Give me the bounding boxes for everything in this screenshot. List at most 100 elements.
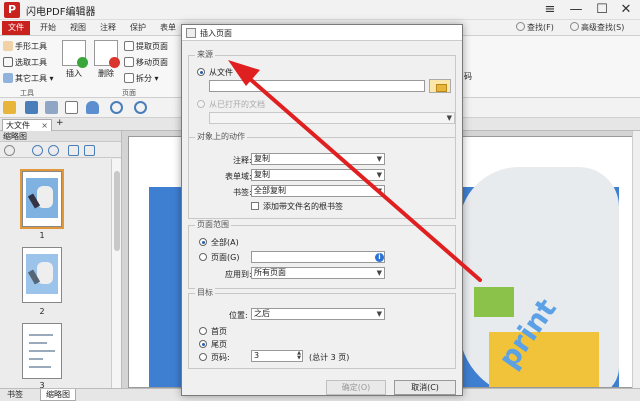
thumbnail-page[interactable] <box>20 169 64 229</box>
comments-label: 注释: <box>233 156 252 165</box>
thumbnail-panel-title: 缩略图 <box>0 131 121 142</box>
move-icon <box>124 57 134 67</box>
last-page-label: 尾页 <box>211 340 227 349</box>
undo-icon[interactable] <box>110 101 123 114</box>
thumbnail-page-number: 2 <box>39 307 45 316</box>
zoom-out-icon[interactable] <box>48 145 59 156</box>
tab-protect[interactable]: 保护 <box>130 21 146 35</box>
dialog-icon <box>186 28 196 38</box>
apply-to-label: 应用到: <box>225 270 252 279</box>
tools-group-label: 工具 <box>20 89 34 97</box>
from-file-radio[interactable] <box>197 68 205 76</box>
minimize-button[interactable]: — <box>566 1 586 19</box>
tab-home[interactable]: 开始 <box>40 21 56 35</box>
from-open-doc-label: 从已打开的文档 <box>209 100 265 109</box>
scrollbar-thumb[interactable] <box>114 171 120 251</box>
comments-select[interactable]: 复制 ▼ <box>251 153 385 165</box>
delete-page-icon <box>94 40 120 68</box>
thumbnail-page-number: 1 <box>39 231 45 240</box>
scan-icon[interactable] <box>86 101 99 114</box>
find-button[interactable]: 查找(F) <box>516 21 554 35</box>
document-scrollbar[interactable] <box>632 131 640 388</box>
chevron-down-icon: ▼ <box>376 155 382 163</box>
delete-button[interactable]: 删除 <box>92 40 120 79</box>
position-select[interactable]: 之后 ▼ <box>251 308 385 320</box>
search-icon <box>516 22 525 31</box>
other-tools-button[interactable]: 其它工具 ▾ <box>3 72 54 86</box>
tab-thumbnails[interactable]: 缩略图 <box>40 389 76 401</box>
tab-comment[interactable]: 注释 <box>100 21 116 35</box>
position-label: 位置: <box>229 311 248 320</box>
print-icon[interactable] <box>45 101 58 114</box>
page-range-label: 页面(G) <box>211 253 240 262</box>
tab-file[interactable]: 文件 <box>2 21 30 35</box>
close-tab-icon[interactable]: × <box>41 120 48 131</box>
open-doc-select[interactable]: ▼ <box>209 112 455 124</box>
from-open-doc-radio[interactable] <box>197 100 205 108</box>
insert-page-icon <box>62 40 88 68</box>
document-tab[interactable]: 大文件 × <box>2 119 52 131</box>
save-icon[interactable] <box>25 101 38 114</box>
split-button[interactable]: 拆分 ▾ <box>124 72 159 86</box>
info-icon[interactable]: i <box>375 253 384 262</box>
cancel-button[interactable]: 取消(C) <box>394 380 456 395</box>
add-root-bookmark-checkbox[interactable] <box>251 202 259 210</box>
file-path-field[interactable] <box>209 80 425 92</box>
thumbnail-page-number: 3 <box>39 381 45 388</box>
rotate-left-icon[interactable] <box>68 145 79 156</box>
pages-group-label: 页面 <box>122 89 136 97</box>
thumbnail-page[interactable] <box>22 247 62 303</box>
hand-tool-button[interactable]: 手形工具 <box>3 40 47 54</box>
all-pages-radio[interactable] <box>199 238 207 246</box>
redo-icon[interactable] <box>134 101 147 114</box>
all-pages-label: 全部(A) <box>211 238 239 247</box>
tab-form[interactable]: 表单 <box>160 21 176 35</box>
maximize-button[interactable]: ☐ <box>592 1 612 19</box>
ribbon-edge-label: 码 <box>464 72 472 81</box>
thumbnail-page[interactable] <box>22 323 62 379</box>
chevron-down-icon: ▼ <box>376 269 382 277</box>
move-pages-button[interactable]: 移动页面 <box>124 56 168 70</box>
tools-icon <box>3 73 13 83</box>
zoom-in-icon[interactable] <box>32 145 43 156</box>
open-icon[interactable] <box>3 101 16 114</box>
new-doc-icon[interactable] <box>65 101 78 114</box>
first-page-radio[interactable] <box>199 327 207 335</box>
target-group: 目标 位置: 之后 ▼ 首页 尾页 页码: 3 ▲ ▼ (总计 3 页) <box>188 287 456 369</box>
chevron-down-icon: ▼ <box>376 310 382 318</box>
dialog-title: 插入页面 <box>200 29 232 38</box>
add-tab-icon[interactable]: + <box>56 118 64 128</box>
page-range-legend: 页面范围 <box>195 219 231 230</box>
object-actions-legend: 对象上的动作 <box>195 131 247 142</box>
close-button[interactable]: ✕ <box>616 1 636 19</box>
settings-icon[interactable] <box>4 145 15 156</box>
spinner-arrows-icon[interactable]: ▲ ▼ <box>297 351 301 361</box>
source-group: 来源 从文件 从已打开的文档 ▼ <box>188 49 456 143</box>
menu-icon[interactable]: ≡ <box>540 1 560 19</box>
thumbnail-list: 1 2 3 <box>0 159 112 388</box>
insert-page-dialog: 插入页面 来源 从文件 从已打开的文档 ▼ 对象上的动作 注释: 复制 ▼ 表单域… <box>181 24 463 396</box>
object-actions-group: 对象上的动作 注释: 复制 ▼ 表单域: 复制 ▼ 书签: 全部复制 ▼ 添加带文件名… <box>188 131 456 219</box>
first-page-label: 首页 <box>211 327 227 336</box>
page-range-field[interactable] <box>251 251 385 263</box>
rotate-right-icon[interactable] <box>84 145 95 156</box>
thumbnail-scrollbar[interactable] <box>111 159 121 388</box>
apply-to-select[interactable]: 所有页面 ▼ <box>251 267 385 279</box>
from-file-label: 从文件 <box>209 68 233 77</box>
page-number-stepper[interactable]: 3 ▲ ▼ <box>251 350 303 362</box>
bookmarks-select[interactable]: 全部复制 ▼ <box>251 185 385 197</box>
tab-view[interactable]: 视图 <box>70 21 86 35</box>
extract-icon <box>124 41 134 51</box>
tab-bookmarks[interactable]: 书签 <box>2 389 28 401</box>
advanced-find-button[interactable]: 高级查找(S) <box>570 21 624 35</box>
thumbnail-toolbar <box>0 142 121 158</box>
ok-button[interactable]: 确定(O) <box>326 380 386 395</box>
form-fields-select[interactable]: 复制 ▼ <box>251 169 385 181</box>
extract-pages-button[interactable]: 提取页面 <box>124 40 168 54</box>
browse-folder-button[interactable] <box>429 79 451 93</box>
page-number-radio[interactable] <box>199 353 207 361</box>
insert-button[interactable]: 插入 <box>60 40 88 79</box>
last-page-radio[interactable] <box>199 340 207 348</box>
page-range-radio[interactable] <box>199 253 207 261</box>
select-tool-button[interactable]: 选取工具 <box>3 56 47 70</box>
